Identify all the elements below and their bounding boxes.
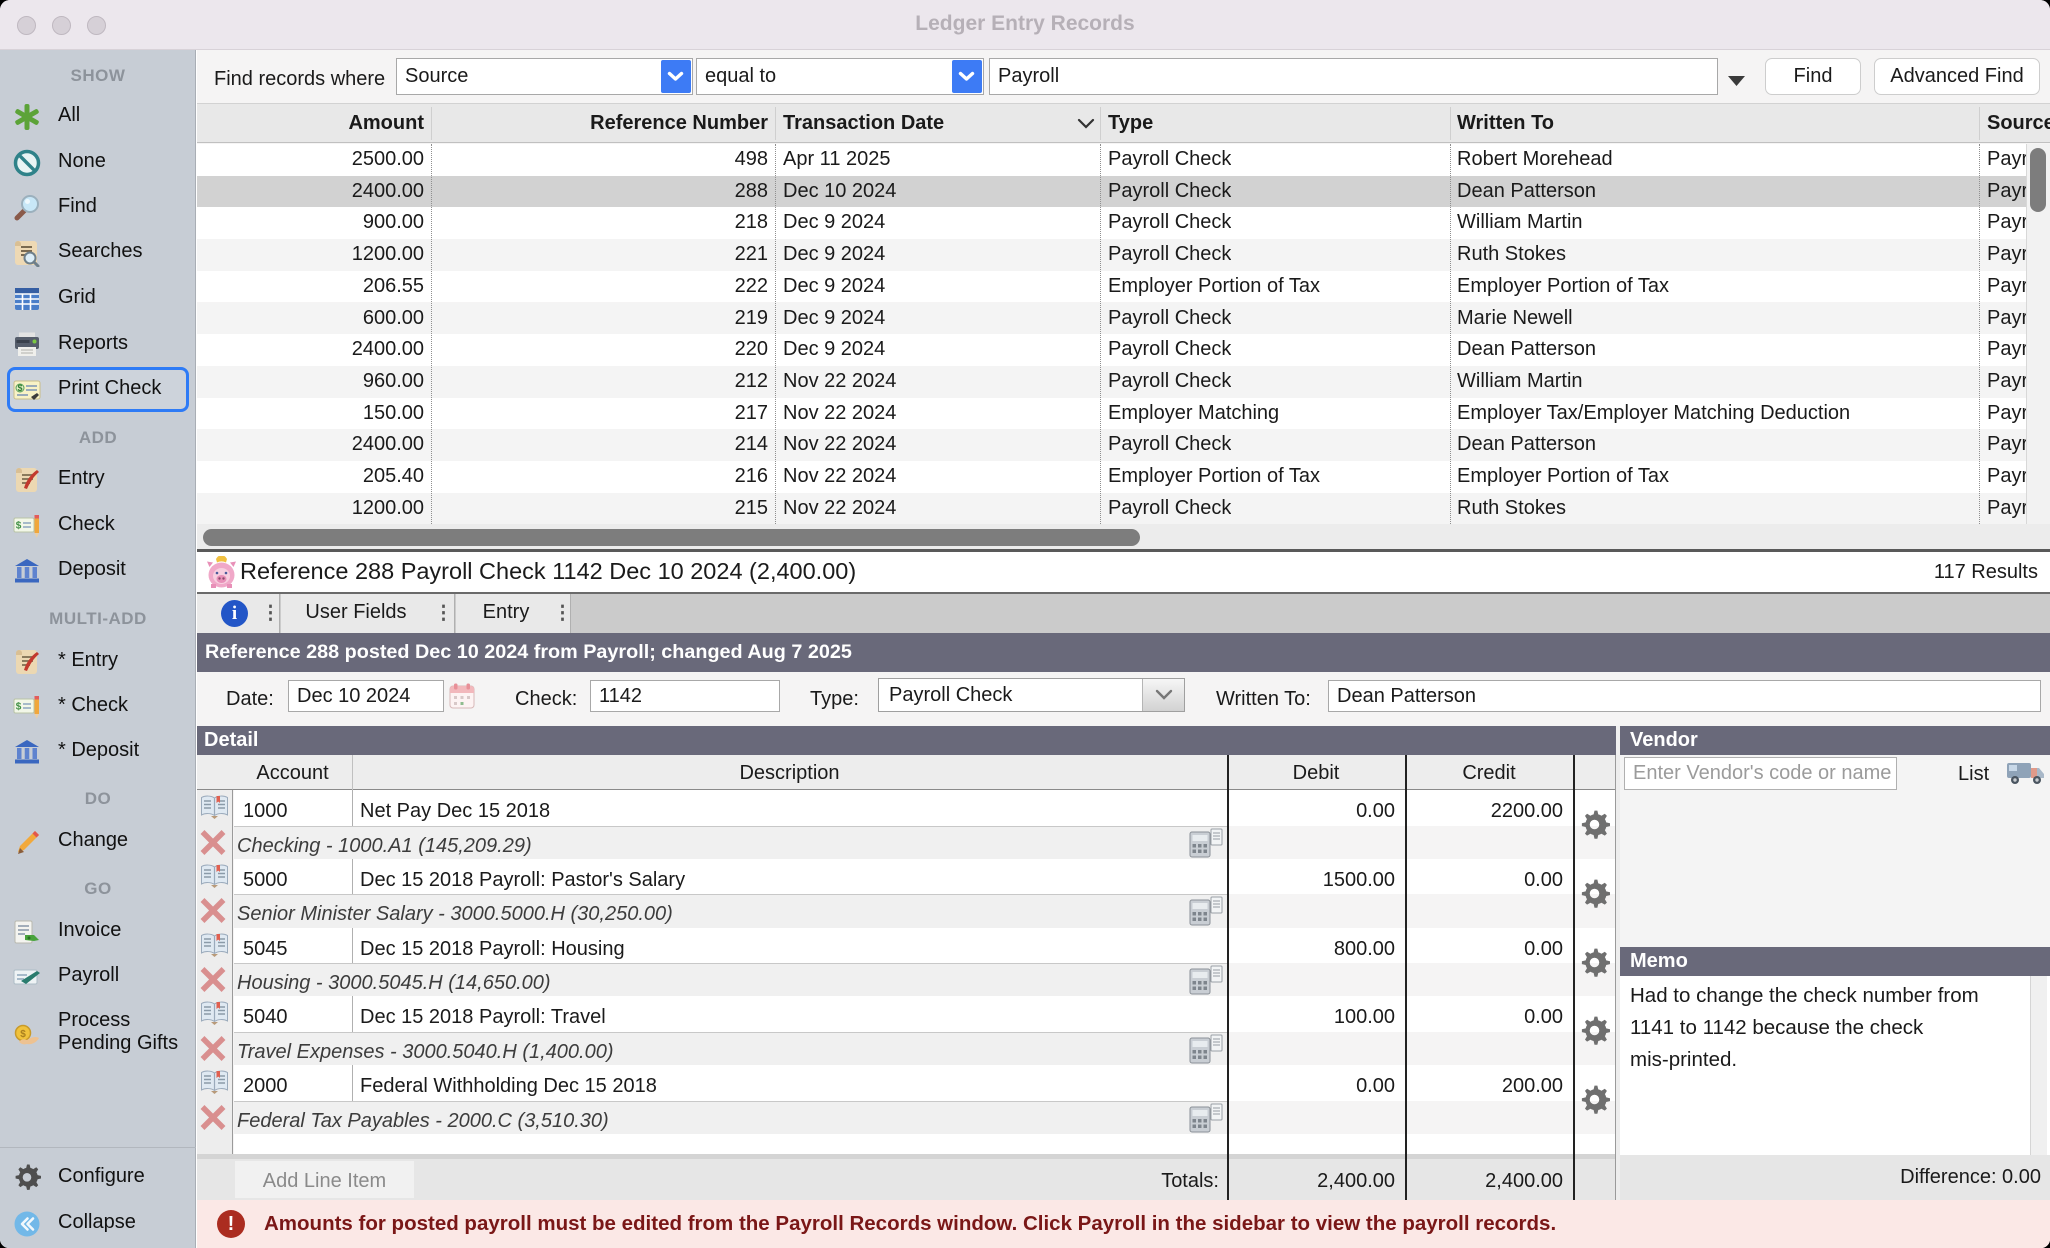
svg-text:$: $ bbox=[16, 702, 22, 713]
svg-text:$: $ bbox=[17, 383, 22, 393]
svg-text:$: $ bbox=[16, 521, 22, 532]
svg-text:$: $ bbox=[20, 1029, 26, 1040]
